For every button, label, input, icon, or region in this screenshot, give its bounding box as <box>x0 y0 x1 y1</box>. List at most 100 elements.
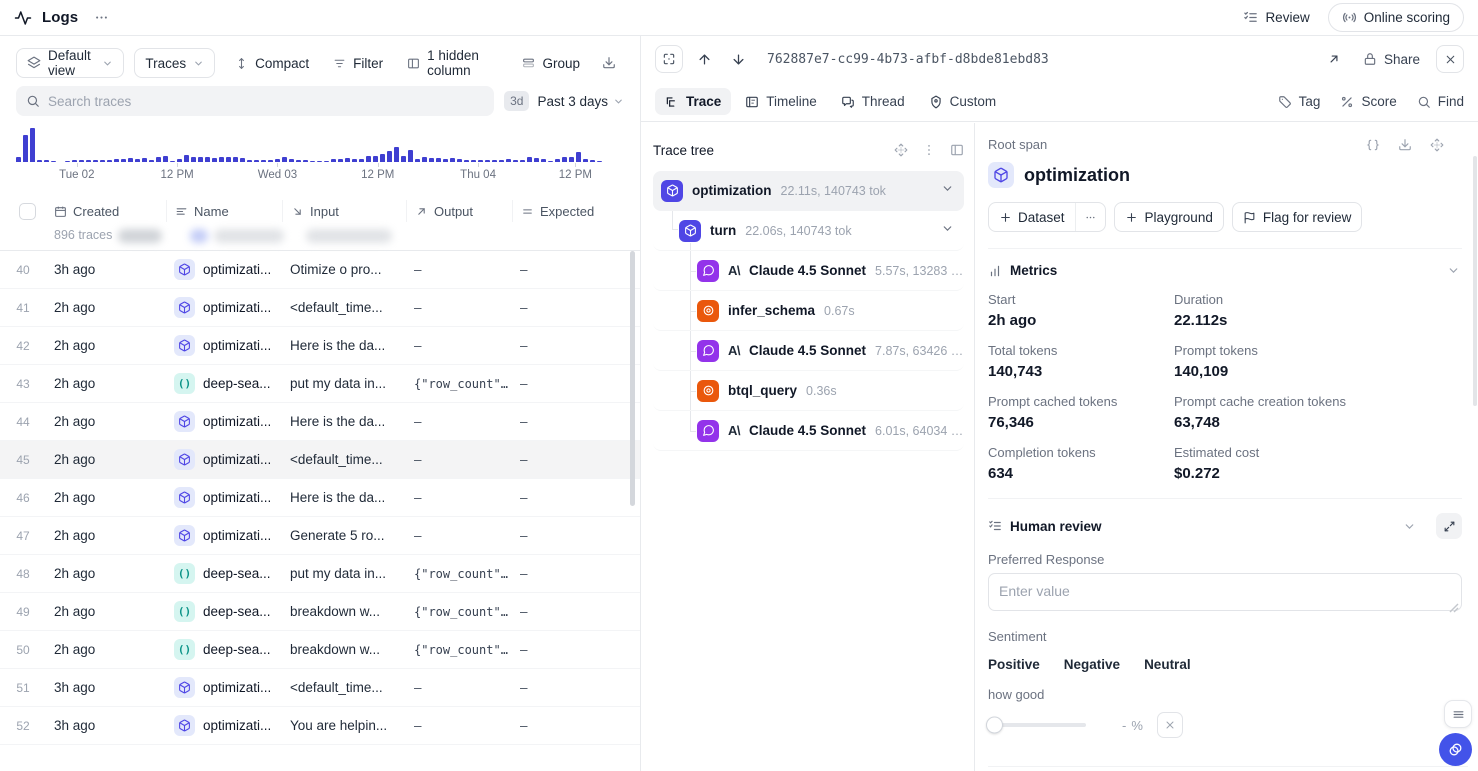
braintrust-logo-button[interactable] <box>1439 733 1472 766</box>
move-icon[interactable] <box>1430 138 1444 152</box>
time-range-badge: 3d <box>504 91 529 111</box>
detail-scrollbar[interactable] <box>1473 156 1477 406</box>
human-review-section-header[interactable]: Human review <box>988 513 1462 539</box>
previous-trace-button[interactable] <box>691 46 717 72</box>
how-good-slider[interactable] <box>988 723 1086 727</box>
histogram-bar <box>401 156 406 162</box>
top-bar: Logs Review Online scoring <box>0 0 1478 36</box>
table-row[interactable]: 442h agooptimizati...Here is the da...–– <box>0 403 640 441</box>
input-cell: You are helpin... <box>282 718 406 733</box>
column-header-expected[interactable]: Expected <box>512 200 640 222</box>
table-row[interactable]: 492h ago()deep-sea...breakdown w...{"row… <box>0 593 640 631</box>
compact-toggle-button[interactable]: Compact <box>225 48 319 78</box>
table-row[interactable]: 432h ago()deep-sea...put my data in...{"… <box>0 365 640 403</box>
score-button[interactable]: Score <box>1340 94 1396 109</box>
dataset-more-button[interactable] <box>1075 203 1105 231</box>
group-button[interactable]: Group <box>512 48 590 78</box>
preferred-response-input[interactable] <box>988 573 1462 611</box>
trace-tree-item[interactable]: btql_query0.36s <box>653 371 964 411</box>
table-row[interactable]: 502h ago()deep-sea...breakdown w...{"row… <box>0 631 640 669</box>
sentiment-option-negative[interactable]: Negative <box>1064 655 1120 674</box>
page-menu-button[interactable] <box>88 8 115 27</box>
review-button[interactable]: Review <box>1243 10 1309 25</box>
trace-tree-item[interactable]: infer_schema0.67s <box>653 291 964 331</box>
clear-score-button[interactable] <box>1157 712 1183 738</box>
table-row[interactable]: 462h agooptimizati...Here is the da...–– <box>0 479 640 517</box>
column-header-input[interactable]: Input <box>282 200 406 222</box>
close-panel-button[interactable] <box>1436 45 1464 73</box>
tab-timeline[interactable]: Timeline <box>735 88 827 115</box>
sentiment-option-neutral[interactable]: Neutral <box>1144 655 1191 674</box>
trace-tree-item[interactable]: A\Claude 4.5 Sonnet6.01s, 64034 tok <box>653 411 964 451</box>
row-number: 45 <box>0 453 46 467</box>
select-all-checkbox[interactable] <box>19 203 36 220</box>
histogram-bar <box>30 128 35 162</box>
filter-button[interactable]: Filter <box>323 48 393 78</box>
table-row[interactable]: 513h agooptimizati...<default_time...–– <box>0 669 640 707</box>
traces-selector-button[interactable]: Traces <box>134 48 215 78</box>
resize-grip-icon[interactable] <box>1449 603 1459 613</box>
share-button[interactable]: Share <box>1363 52 1420 67</box>
slider-thumb[interactable] <box>986 717 1003 734</box>
table-row[interactable]: 403h agooptimizati...Otimize o pro...–– <box>0 251 640 289</box>
find-button[interactable]: Find <box>1417 94 1464 109</box>
calendar-icon <box>54 205 67 218</box>
expected-cell: – <box>512 604 640 619</box>
flag-for-review-button[interactable]: Flag for review <box>1232 202 1363 232</box>
tag-button[interactable]: Tag <box>1278 94 1321 109</box>
tab-custom[interactable]: Custom <box>919 88 1007 115</box>
export-button[interactable] <box>594 48 624 78</box>
focus-trace-button[interactable] <box>655 45 683 73</box>
task-span-icon <box>174 297 195 318</box>
add-to-dataset-button[interactable]: Dataset <box>989 203 1075 231</box>
table-scrollbar[interactable] <box>630 251 635 506</box>
metric-value: 140,109 <box>1174 363 1462 380</box>
histogram-bar <box>527 157 532 162</box>
chevron-down-icon[interactable] <box>941 222 954 240</box>
table-row[interactable]: 523h agooptimizati...You are helpin...–– <box>0 707 640 745</box>
logs-activity-icon <box>14 9 32 27</box>
sentiment-option-positive[interactable]: Positive <box>988 655 1040 674</box>
table-row[interactable]: 412h agooptimizati...<default_time...–– <box>0 289 640 327</box>
column-header-created[interactable]: Created <box>46 200 166 222</box>
tree-menu-icon[interactable] <box>922 143 936 157</box>
trace-tree-item[interactable]: optimization22.11s, 140743 tok <box>653 171 964 211</box>
tab-thread[interactable]: Thread <box>831 88 915 115</box>
metrics-section-header[interactable]: Metrics <box>988 263 1462 278</box>
table-row[interactable]: 472h agooptimizati...Generate 5 ro...–– <box>0 517 640 555</box>
chevron-down-icon <box>102 58 113 69</box>
add-to-playground-button[interactable]: Playground <box>1114 202 1224 232</box>
trace-tree-item[interactable]: turn22.06s, 140743 tok <box>653 211 964 251</box>
time-range-selector[interactable]: 3d Past 3 days <box>504 91 624 111</box>
expand-review-button[interactable] <box>1436 513 1462 539</box>
json-braces-icon[interactable] <box>1366 138 1380 152</box>
table-row[interactable]: 422h agooptimizati...Here is the da...–– <box>0 327 640 365</box>
metric-value: 76,346 <box>988 414 1174 431</box>
x-axis-tick-label: Wed 03 <box>258 169 297 181</box>
floating-menu-button[interactable] <box>1444 700 1472 728</box>
tab-trace[interactable]: Trace <box>655 88 731 115</box>
collapse-panel-icon[interactable] <box>950 143 964 157</box>
expected-cell: – <box>512 566 640 581</box>
open-fullscreen-icon[interactable] <box>1321 46 1347 72</box>
filter-label: Filter <box>353 56 383 71</box>
column-header-name[interactable]: Name <box>166 200 282 222</box>
table-row[interactable]: 482h ago()deep-sea...put my data in...{"… <box>0 555 640 593</box>
view-selector-button[interactable]: Default view <box>16 48 124 78</box>
search-input[interactable] <box>48 94 484 109</box>
trace-histogram[interactable]: Tue 0212 PMWed 0312 PMThu 0412 PM <box>0 116 640 184</box>
histogram-x-axis: Tue 0212 PMWed 0312 PMThu 0412 PM <box>16 166 624 184</box>
next-trace-button[interactable] <box>725 46 751 72</box>
table-row[interactable]: 452h agooptimizati...<default_time...–– <box>0 441 640 479</box>
column-header-output[interactable]: Output <box>406 200 512 222</box>
search-box[interactable] <box>16 86 494 116</box>
trace-tree-item[interactable]: A\Claude 4.5 Sonnet7.87s, 63426 tok <box>653 331 964 371</box>
name-cell: optimizati... <box>166 335 282 356</box>
trace-tree-item[interactable]: A\Claude 4.5 Sonnet5.57s, 13283 tok <box>653 251 964 291</box>
histogram-bar <box>408 150 413 162</box>
chevron-down-icon[interactable] <box>941 182 954 200</box>
move-icon[interactable] <box>894 143 908 157</box>
download-icon[interactable] <box>1398 138 1412 152</box>
hidden-columns-button[interactable]: 1 hidden column <box>397 48 508 78</box>
online-scoring-button[interactable]: Online scoring <box>1328 3 1464 32</box>
